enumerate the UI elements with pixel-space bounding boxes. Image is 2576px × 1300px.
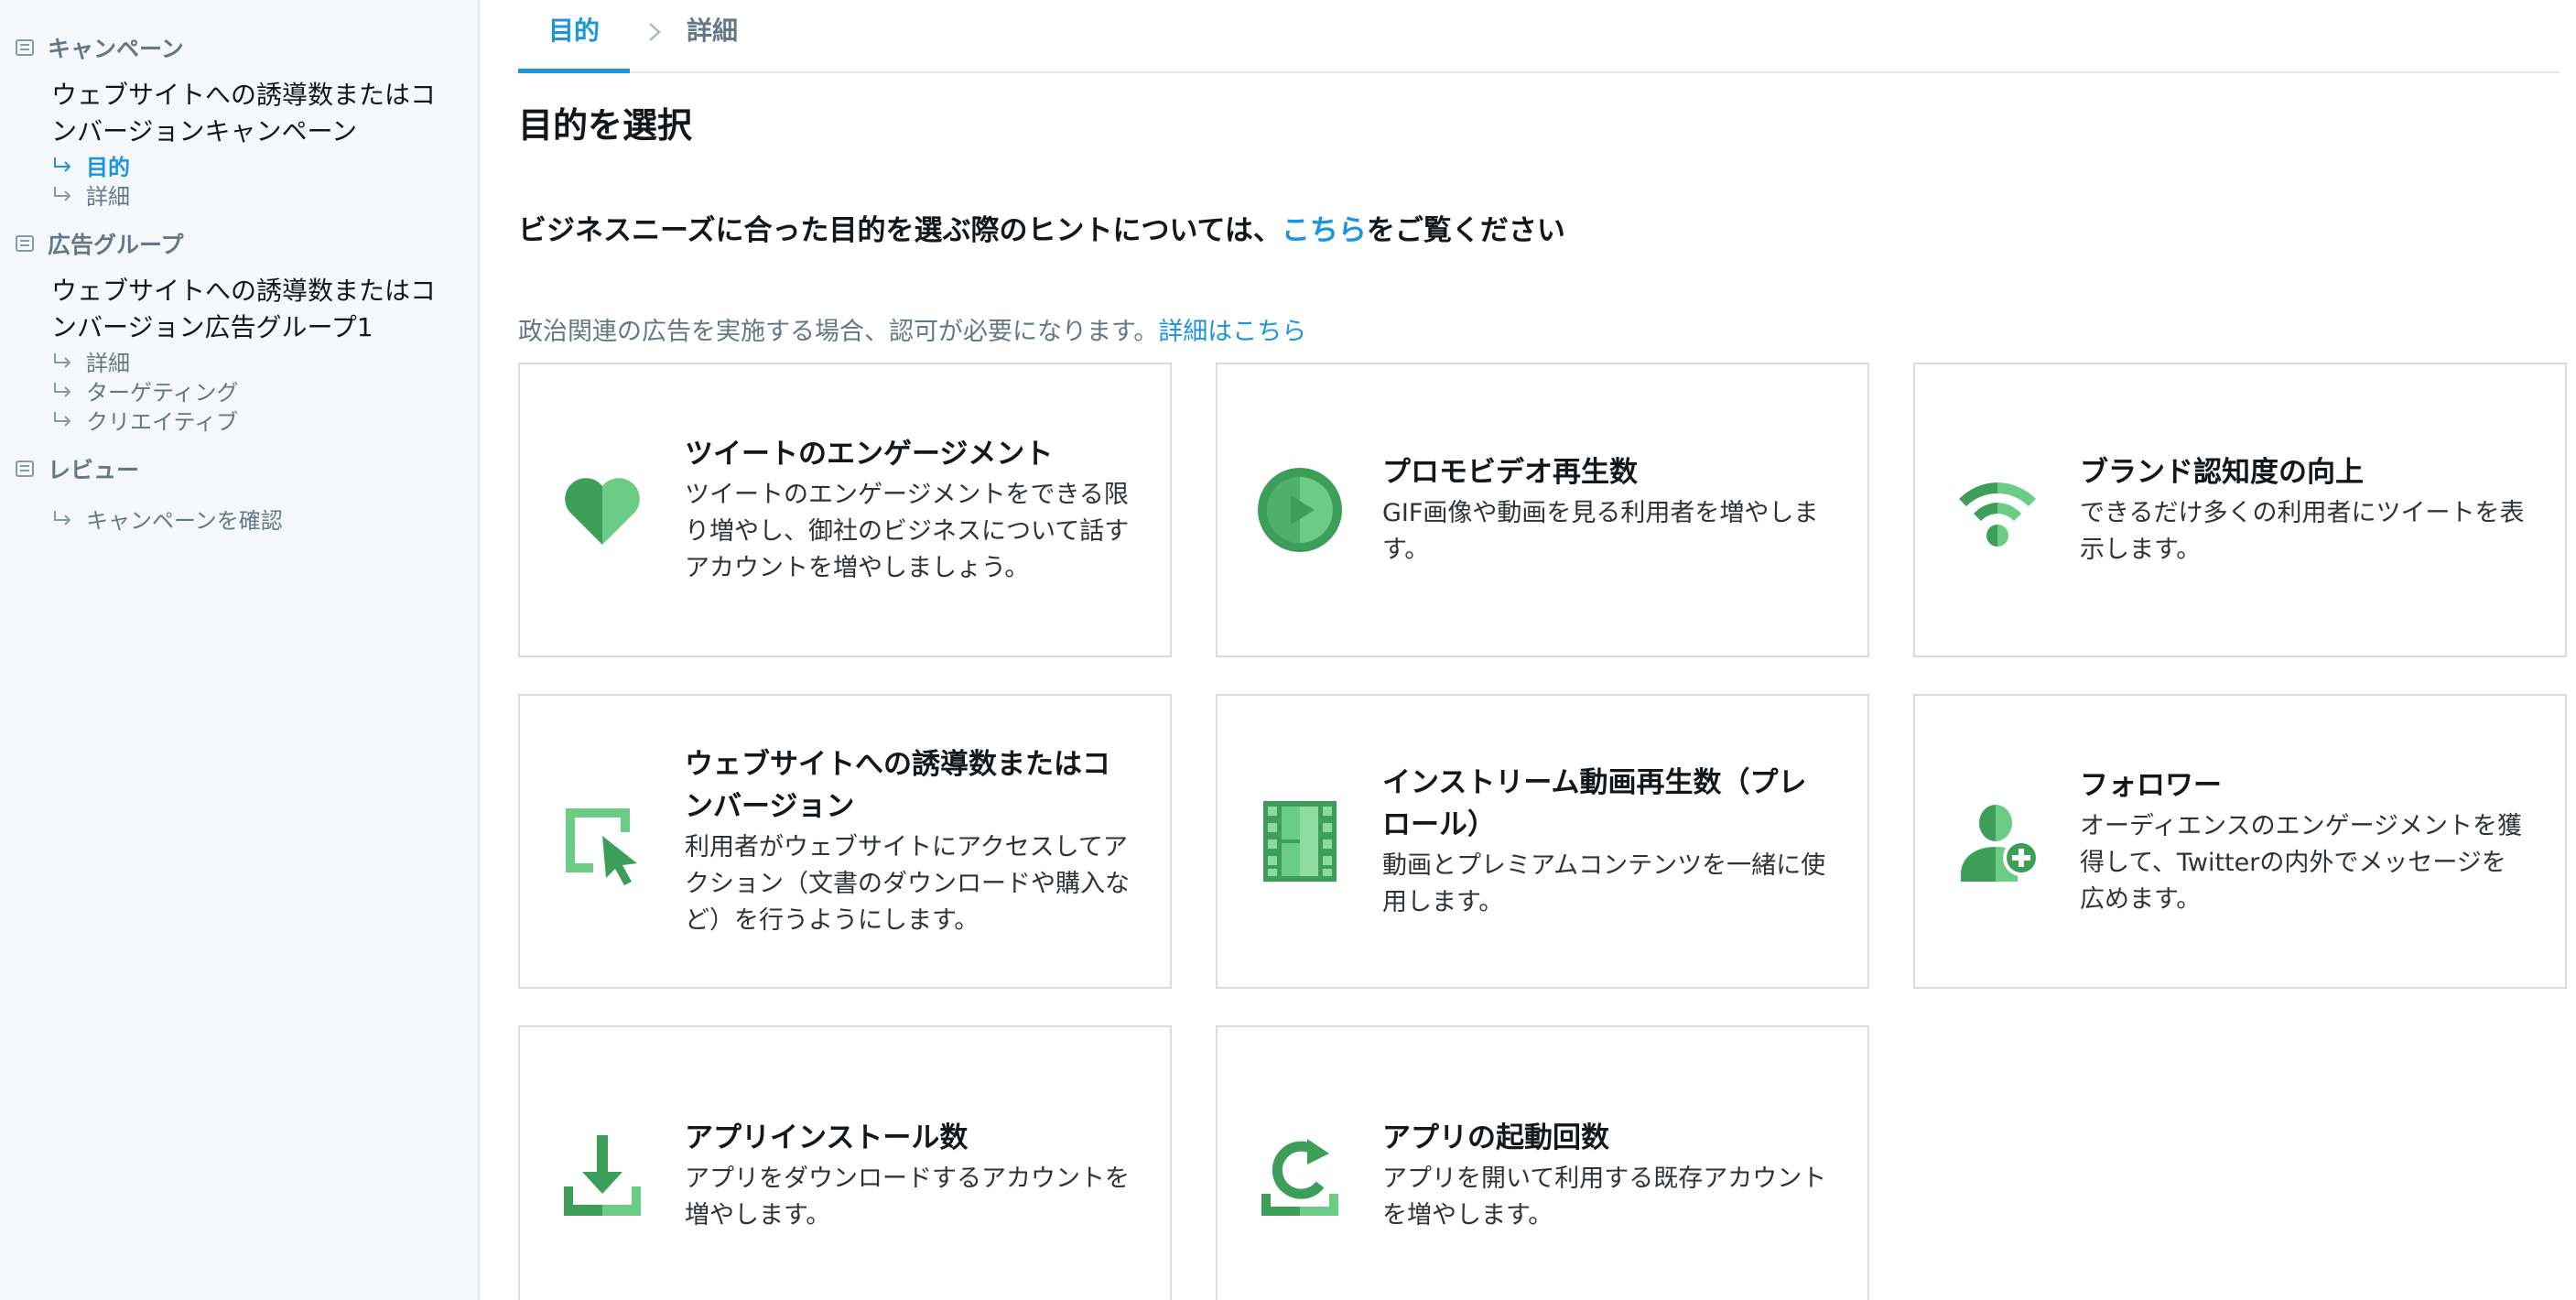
add-follower-icon	[1961, 805, 2040, 882]
card-title: アプリインストール数	[685, 1121, 969, 1154]
main-content: 目的 詳細 目的を選択 ビジネスニーズに合った目的を選ぶ際のヒントについては、こ…	[482, 0, 2576, 1300]
sidebar-section-ad-group-label: 広告グループ	[48, 232, 184, 258]
card-body: フォロワー オーディエンスのエンゲージメントを獲得して、Twitterの内外でメ…	[2080, 764, 2525, 918]
heart-icon	[565, 478, 640, 545]
political-ads-notice: 政治関連の広告を実施する場合、認可が必要になります。詳細はこちら	[518, 311, 1306, 347]
sidebar-section-campaign[interactable]: キャンペーン	[0, 31, 478, 64]
objective-card-tweet-engagement[interactable]: ツイートのエンゲージメント ツイートのエンゲージメントをできる限り増やし、御社の…	[518, 363, 1172, 657]
notice-text: 政治関連の広告を実施する場合、認可が必要になります。	[518, 318, 1159, 346]
tab-objective[interactable]: 目的	[518, 0, 630, 73]
campaign-icon	[16, 39, 34, 56]
subitem-arrow-icon	[54, 412, 71, 427]
card-description: オーディエンスのエンゲージメントを獲得して、Twitterの内外でメッセージを広…	[2080, 812, 2523, 914]
chevron-right-icon	[649, 23, 661, 41]
card-body: アプリインストール数 アプリをダウンロードするアカウントを増やします。	[685, 1117, 1130, 1234]
sidebar-item-ad-group-details[interactable]: 詳細	[0, 346, 478, 376]
card-title: ツイートのエンゲージメント	[685, 438, 1054, 471]
sidebar-section-review[interactable]: レビュー	[0, 452, 478, 485]
subitem-arrow-icon	[54, 511, 71, 525]
card-title: インストリーム動画再生数（プレロール）	[1382, 766, 1807, 841]
page-title: 目的を選択	[518, 105, 693, 146]
card-title: ウェブサイトへの誘導数またはコンバージョン	[685, 748, 1110, 823]
card-title: ブランド認知度の向上	[2080, 456, 2364, 489]
subitem-arrow-icon	[54, 157, 71, 172]
card-description: できるだけ多くの利用者にツイートを表示します。	[2080, 499, 2525, 564]
cursor-click-icon	[566, 808, 637, 885]
card-title: アプリの起動回数	[1382, 1121, 1609, 1154]
card-body: ウェブサイトへの誘導数またはコンバージョン 利用者がウェブサイトにアクセスしてア…	[685, 743, 1130, 939]
sidebar-ad-group-name[interactable]: ウェブサイトへの誘導数またはコンバージョン広告グループ1	[0, 273, 478, 346]
subitem-arrow-icon	[54, 383, 71, 397]
app-root: キャンペーン ウェブサイトへの誘導数またはコンバージョンキャンペーン 目的 詳細…	[0, 0, 2576, 1300]
card-description: 動画とプレミアムコンテンツを一緒に使用します。	[1382, 851, 1826, 916]
broadcast-icon	[1959, 482, 2036, 547]
download-icon	[564, 1135, 641, 1216]
objective-card-followers[interactable]: フォロワー オーディエンスのエンゲージメントを獲得して、Twitterの内外でメ…	[1913, 694, 2567, 989]
card-description: アプリをダウンロードするアカウントを増やします。	[685, 1165, 1130, 1230]
step-tabs: 目的 詳細	[518, 0, 2560, 73]
card-body: アプリの起動回数 アプリを開いて利用する既存アカウントを増やします。	[1382, 1117, 1827, 1234]
tab-details[interactable]: 詳細	[676, 0, 749, 73]
hint-text-before: ビジネスニーズに合った目的を選ぶ際のヒントについては、	[518, 214, 1282, 247]
sidebar-item-objective-label: 目的	[86, 154, 130, 180]
objective-card-app-reengagements[interactable]: アプリの起動回数 アプリを開いて利用する既存アカウントを増やします。	[1216, 1025, 1869, 1300]
sidebar-section-review-label: レビュー	[48, 457, 140, 483]
card-title: フォロワー	[2080, 769, 2222, 802]
sidebar-item-creative-label: クリエイティブ	[86, 408, 239, 435]
play-video-icon	[1258, 468, 1342, 552]
sidebar-item-targeting-label: ターゲティング	[86, 379, 239, 406]
ad-group-icon	[16, 235, 34, 252]
card-body: ブランド認知度の向上 できるだけ多くの利用者にツイートを表示します。	[2080, 451, 2525, 569]
card-description: 利用者がウェブサイトにアクセスしてアクション（文書のダウンロードや購入など）を行…	[685, 833, 1130, 935]
film-strip-icon	[1263, 801, 1337, 882]
hint-text-after: をご覧ください	[1366, 214, 1565, 247]
sidebar-item-ad-group-details-label: 詳細	[86, 350, 130, 376]
card-title: プロモビデオ再生数	[1382, 456, 1638, 489]
sidebar-campaign-name[interactable]: ウェブサイトへの誘導数またはコンバージョンキャンペーン	[0, 77, 478, 150]
subitem-arrow-icon	[54, 353, 71, 368]
sidebar-nav: キャンペーン ウェブサイトへの誘導数またはコンバージョンキャンペーン 目的 詳細…	[0, 0, 480, 1300]
card-description: アプリを開いて利用する既存アカウントを増やします。	[1382, 1165, 1827, 1230]
sidebar-item-targeting[interactable]: ターゲティング	[0, 375, 478, 406]
objective-card-instream-video-views[interactable]: インストリーム動画再生数（プレロール） 動画とプレミアムコンテンツを一緒に使用し…	[1216, 694, 1869, 989]
sidebar-section-ad-group[interactable]: 広告グループ	[0, 227, 478, 260]
sidebar-item-objective[interactable]: 目的	[0, 150, 478, 180]
objective-card-promoted-video-views[interactable]: プロモビデオ再生数 GIF画像や動画を見る利用者を増やします。	[1216, 363, 1869, 657]
app-reengage-icon	[1261, 1139, 1338, 1216]
objective-card-website-conversions[interactable]: ウェブサイトへの誘導数またはコンバージョン 利用者がウェブサイトにアクセスしてア…	[518, 694, 1172, 989]
objective-hint: ビジネスニーズに合った目的を選ぶ際のヒントについては、こちらをご覧ください	[518, 207, 1565, 248]
sidebar-item-campaign-details[interactable]: 詳細	[0, 179, 478, 210]
sidebar-item-creative[interactable]: クリエイティブ	[0, 405, 478, 435]
notice-learn-more-link[interactable]: 詳細はこちら	[1158, 318, 1306, 346]
sidebar-item-review-campaign-label: キャンペーンを確認	[86, 507, 283, 534]
card-description: GIF画像や動画を見る利用者を増やします。	[1382, 499, 1819, 564]
objective-card-brand-awareness[interactable]: ブランド認知度の向上 できるだけ多くの利用者にツイートを表示します。	[1913, 363, 2567, 657]
sidebar-section-campaign-label: キャンペーン	[48, 36, 184, 62]
sidebar-item-review-campaign[interactable]: キャンペーンを確認	[0, 504, 478, 534]
sidebar-item-campaign-details-label: 詳細	[86, 183, 130, 210]
hint-link[interactable]: こちら	[1282, 214, 1367, 247]
card-body: インストリーム動画再生数（プレロール） 動画とプレミアムコンテンツを一緒に使用し…	[1382, 762, 1827, 921]
card-description: ツイートのエンゲージメントをできる限り増やし、御社のビジネスについて話すアカウン…	[685, 481, 1130, 582]
review-icon	[16, 460, 34, 477]
card-body: ツイートのエンゲージメント ツイートのエンゲージメントをできる限り増やし、御社の…	[685, 433, 1130, 587]
subitem-arrow-icon	[54, 187, 71, 201]
card-body: プロモビデオ再生数 GIF画像や動画を見る利用者を増やします。	[1382, 451, 1827, 569]
objective-card-app-installs[interactable]: アプリインストール数 アプリをダウンロードするアカウントを増やします。	[518, 1025, 1172, 1300]
